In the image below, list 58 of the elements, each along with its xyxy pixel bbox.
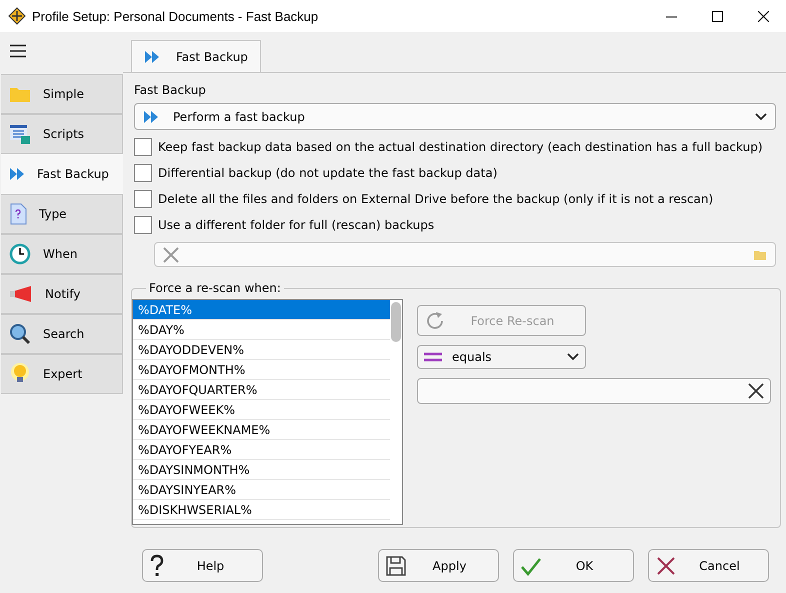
field-label: Fast Backup [134,83,207,97]
document-icon [9,203,27,225]
clock-icon [9,243,31,265]
checkbox-label[interactable]: Differential backup (do not update the fast backup data) [158,166,498,180]
sidebar-item[interactable]: When [1,234,123,274]
clear-icon[interactable] [748,383,764,399]
fast-forward-icon [144,48,160,64]
cancel-button[interactable]: Cancel [648,549,769,582]
checkbox[interactable] [134,190,152,208]
list-item[interactable]: %DISKHWSERIAL% [133,500,390,520]
list-item[interactable]: %DAYOFWEEK% [133,400,390,420]
megaphone-icon [9,285,33,303]
sidebar-item[interactable]: Notify [1,274,123,314]
list-item[interactable]: %DAYSINMONTH% [133,460,390,480]
list-item[interactable]: %DATE% [133,300,390,320]
menu-icon[interactable] [10,44,26,58]
checkbox[interactable] [134,164,152,182]
fast-forward-icon [143,108,159,124]
sidebar-item[interactable]: Type [1,194,123,234]
chevron-down-icon [567,353,579,361]
mode-dropdown[interactable]: Perform a fast backup [134,103,776,130]
list-item[interactable]: %DAYOFMONTH% [133,360,390,380]
close-icon [758,10,768,22]
list-item[interactable]: %DAYOFWEEKNAME% [133,420,390,440]
sidebar-item[interactable]: Expert [1,354,123,394]
checkbox-label[interactable]: Keep fast backup data based on the actual destination directory (each destination has a full backup) [158,140,763,154]
equals-icon [424,352,442,362]
list-item[interactable]: %DAYOFYEAR% [133,440,390,460]
chevron-down-icon [755,112,767,120]
sidebar-item[interactable]: Scripts [1,114,123,154]
checkbox[interactable] [134,216,152,234]
document-list-icon [9,123,31,145]
search-icon [9,323,31,345]
sidebar-item[interactable]: Simple [1,74,123,114]
help-button[interactable]: Help [142,549,263,582]
value-field[interactable] [417,378,771,404]
maximize-icon [712,10,722,22]
ok-button[interactable]: OK [513,549,634,582]
help-icon [149,554,165,578]
sidebar-item[interactable]: Fast Backup [1,154,123,194]
list-item[interactable]: %DAYSINYEAR% [133,480,390,500]
folder-icon [9,85,31,103]
window-title: Profile Setup: Personal Documents - Fast Backup [32,8,320,24]
checkbox-label[interactable]: Use a different folder for full (rescan) backups [158,218,434,232]
group-label: Force a re-scan when: [146,281,284,295]
checkbox[interactable] [134,138,152,156]
operator-dropdown[interactable]: equals [417,345,586,369]
apply-button[interactable]: Apply [378,549,499,582]
sidebar-item[interactable]: Search [1,314,123,354]
refresh-icon [424,310,446,332]
fast-forward-icon [9,166,25,182]
list-item[interactable]: %DAY% [133,320,390,340]
cross-icon [655,554,677,576]
checkbox-label[interactable]: Delete all the files and folders on External Drive before the backup (only if it is not a rescan) [158,192,714,206]
app-logo-icon [8,7,26,25]
list-item[interactable]: %DAYOFQUARTER% [133,380,390,400]
tab[interactable]: Fast Backup [131,40,261,72]
list-item[interactable]: %DAYODDEVEN% [133,340,390,360]
